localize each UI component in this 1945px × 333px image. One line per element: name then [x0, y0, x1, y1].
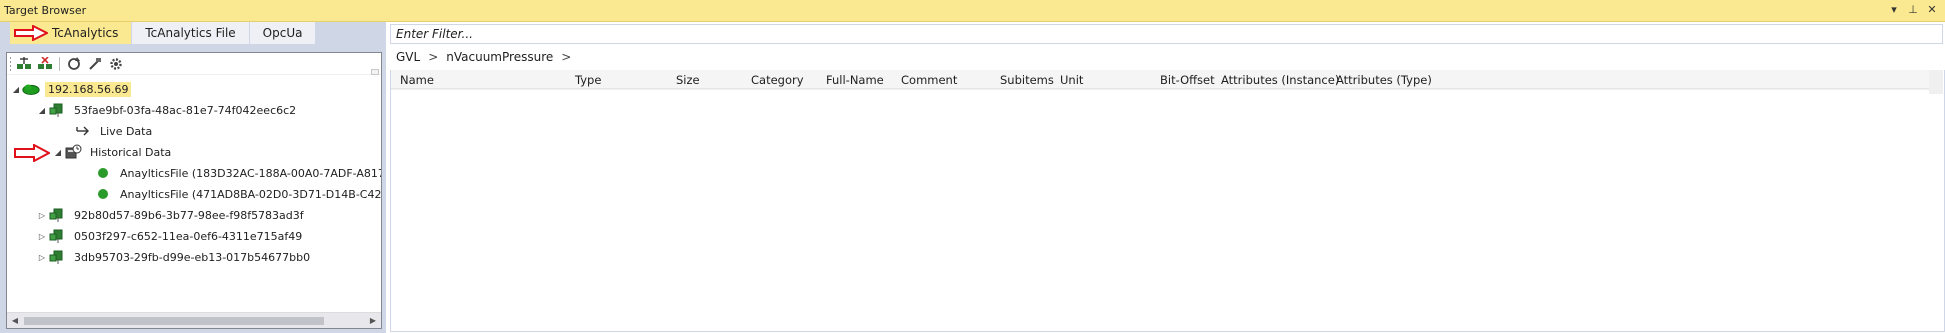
expander-icon[interactable]: ▷ — [37, 211, 47, 220]
breadcrumb-item[interactable]: GVL — [396, 50, 420, 64]
green-dot-icon — [93, 165, 113, 181]
red-arrow-icon — [14, 144, 50, 162]
tree-node-label: 53fae9bf-03fa-48ac-81e7-74f042eec6c2 — [74, 103, 297, 117]
tree-node-analytics-file[interactable]: AnaylticsFile (471AD8BA-02D0-3D71-D14B-C… — [83, 184, 381, 204]
column-header-subitems[interactable]: Subitems — [1000, 73, 1054, 87]
horizontal-scrollbar[interactable]: ◀ ▶ — [7, 312, 381, 328]
broker-icon — [47, 228, 67, 244]
close-icon[interactable]: ✕ — [1925, 2, 1939, 18]
tree-node-broker[interactable]: ◢ 53fae9bf-03fa-48ac-81e7-74f042eec6c2 — [37, 100, 299, 120]
tab-tcanalytics[interactable]: TcAnalytics — [10, 22, 133, 44]
tree-toolbar — [7, 53, 381, 75]
column-header-category[interactable]: Category — [751, 73, 804, 87]
breadcrumb-separator: > — [561, 50, 572, 64]
filter-input[interactable]: Enter Filter... — [390, 24, 1943, 44]
vertical-scrollbar[interactable] — [1929, 70, 1943, 94]
tab-label: TcAnalytics File — [145, 26, 236, 40]
toolbar-separator — [59, 56, 60, 71]
connect-icon[interactable] — [86, 55, 104, 73]
expander-icon[interactable]: ◢ — [11, 85, 21, 94]
toolbar-overflow[interactable] — [371, 69, 379, 75]
broker-icon — [47, 207, 67, 223]
column-header-attributes-instance[interactable]: Attributes (Instance) — [1221, 73, 1339, 87]
broker-icon — [47, 102, 67, 118]
target-tree: ◢ 192.168.56.69 ◢ 53fae9bf-03fa-48ac-81e… — [7, 77, 381, 311]
tree-node-label: 92b80d57-89b6-3b77-98ee-f98f5783ad3f — [74, 208, 304, 222]
red-arrow-icon — [14, 25, 48, 41]
grid-body[interactable] — [390, 89, 1943, 329]
breadcrumb: GVL > nVacuumPressure > — [396, 50, 571, 64]
tab-label: OpcUa — [262, 26, 303, 40]
tab-opcua[interactable]: OpcUa — [249, 22, 317, 44]
window-controls: ▾ ⊥ ✕ — [1887, 2, 1939, 18]
column-header-type[interactable]: Type — [575, 73, 601, 87]
tab-tcanalytics-file[interactable]: TcAnalytics File — [132, 22, 250, 44]
toolbar-grip — [9, 56, 12, 72]
column-header-size[interactable]: Size — [676, 73, 700, 87]
column-header-name[interactable]: Name — [400, 73, 434, 87]
remove-target-icon[interactable] — [36, 55, 54, 73]
column-header-unit[interactable]: Unit — [1060, 73, 1083, 87]
column-header-comment[interactable]: Comment — [901, 73, 957, 87]
tree-node-label: 0503f297-c652-11ea-0ef6-4311e715af49 — [74, 229, 303, 243]
scroll-left-icon[interactable]: ◀ — [9, 315, 21, 327]
column-header-attributes-type[interactable]: Attributes (Type) — [1336, 73, 1432, 87]
title-bar: Target Browser ▾ ⊥ ✕ — [0, 0, 1945, 22]
column-header-full-name[interactable]: Full-Name — [826, 73, 884, 87]
tree-node-label: AnaylticsFile (471AD8BA-02D0-3D71-D14B-C… — [120, 187, 381, 201]
breadcrumb-separator: > — [428, 50, 439, 64]
grid-header: Name Type Size Category Full-Name Commen… — [390, 70, 1943, 89]
refresh-icon[interactable] — [65, 55, 83, 73]
add-target-icon[interactable] — [15, 55, 33, 73]
tree-node-broker[interactable]: ▷ 92b80d57-89b6-3b77-98ee-f98f5783ad3f — [37, 205, 307, 225]
live-data-arrow-icon — [73, 123, 93, 139]
settings-icon[interactable] — [107, 55, 125, 73]
scrollbar-thumb[interactable] — [24, 317, 324, 325]
tree-node-broker[interactable]: ▷ 3db95703-29fb-d99e-eb13-017b54677bb0 — [37, 247, 313, 267]
tree-node-label: 3db95703-29fb-d99e-eb13-017b54677bb0 — [74, 250, 311, 264]
tree-node-label: Historical Data — [90, 145, 172, 159]
breadcrumb-item[interactable]: nVacuumPressure — [446, 50, 553, 64]
tree-node-historical-data[interactable]: ◢ Historical Data — [53, 142, 174, 162]
expander-icon[interactable]: ◢ — [37, 106, 47, 115]
tree-node-label: Live Data — [100, 124, 153, 138]
tree-node-label: AnaylticsFile (183D32AC-188A-00A0-7ADF-A… — [120, 166, 381, 180]
tab-strip: TcAnalytics TcAnalytics File OpcUa — [10, 22, 317, 44]
scroll-right-icon[interactable]: ▶ — [367, 315, 379, 327]
pin-icon[interactable]: ⊥ — [1906, 2, 1920, 18]
network-cloud-icon — [21, 81, 41, 97]
tab-label: TcAnalytics — [52, 26, 119, 40]
left-panel: TcAnalytics TcAnalytics File OpcUa ◢ 192… — [0, 22, 385, 333]
right-panel: Enter Filter... GVL > nVacuumPressure > … — [385, 22, 1945, 333]
tree-node-live-data[interactable]: Live Data — [63, 121, 155, 141]
expander-icon[interactable]: ▷ — [37, 232, 47, 241]
tree-node-broker[interactable]: ▷ 0503f297-c652-11ea-0ef6-4311e715af49 — [37, 226, 305, 246]
window-title: Target Browser — [4, 4, 87, 17]
expander-icon[interactable]: ▷ — [37, 253, 47, 262]
expander-icon[interactable]: ◢ — [53, 148, 63, 157]
broker-icon — [47, 249, 67, 265]
column-header-bit-offset[interactable]: Bit-Offset — [1160, 73, 1215, 87]
tree-view: ◢ 192.168.56.69 ◢ 53fae9bf-03fa-48ac-81e… — [6, 52, 382, 329]
green-dot-icon — [93, 186, 113, 202]
tree-node-label: 192.168.56.69 — [45, 81, 132, 97]
tree-node-analytics-file[interactable]: AnaylticsFile (183D32AC-188A-00A0-7ADF-A… — [83, 163, 381, 183]
dropdown-icon[interactable]: ▾ — [1887, 2, 1901, 18]
tree-node-target-ip[interactable]: ◢ 192.168.56.69 — [11, 79, 132, 99]
historical-data-icon — [63, 144, 83, 160]
